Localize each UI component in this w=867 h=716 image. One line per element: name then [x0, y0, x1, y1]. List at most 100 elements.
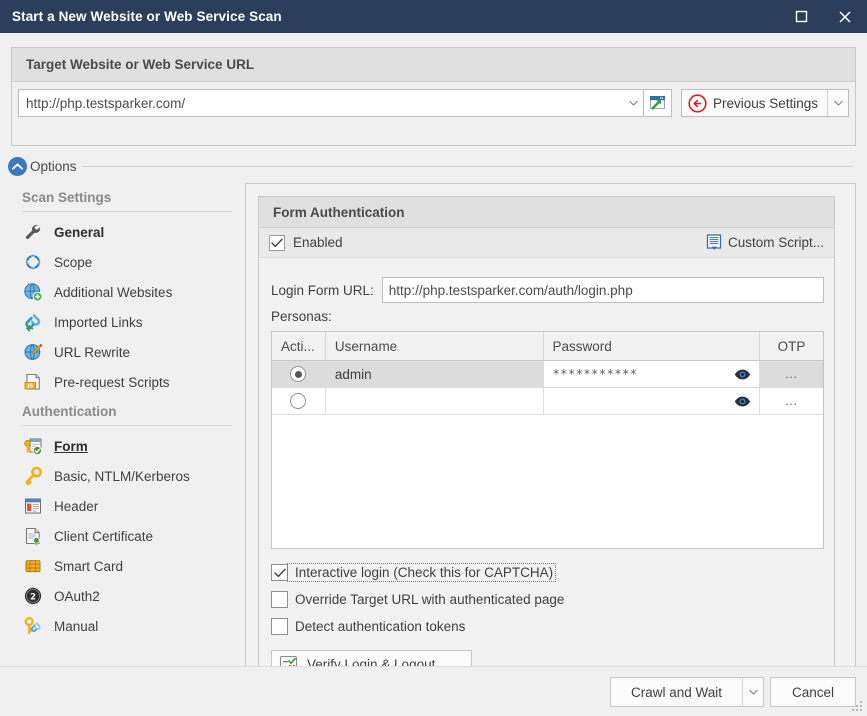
url-history-dropdown-button[interactable]: [625, 90, 643, 116]
personas-table[interactable]: Acti... Username Password OTP admin ****…: [271, 331, 824, 549]
otp-ellipsis-button[interactable]: …: [785, 397, 799, 405]
login-form-url-input[interactable]: http://php.testsparker.com/auth/login.ph…: [382, 277, 824, 303]
open-browser-icon: [648, 95, 666, 111]
title-bar: Start a New Website or Web Service Scan: [0, 0, 867, 33]
settings-sidebar: Scan Settings General Scope: [8, 183, 236, 673]
override-target-url-row[interactable]: Override Target URL with authenticated p…: [271, 586, 824, 613]
persona-radio-unselected[interactable]: [290, 393, 306, 409]
persona-password-cell[interactable]: [544, 388, 761, 414]
svg-text:JS: JS: [26, 384, 33, 390]
eye-icon[interactable]: [734, 369, 751, 380]
sidebar-item-basic-ntlm-kerberos[interactable]: Basic, NTLM/Kerberos: [8, 461, 236, 491]
previous-settings-main[interactable]: Previous Settings: [682, 90, 827, 116]
interactive-login-checkbox[interactable]: [271, 564, 288, 581]
persona-radio-selected[interactable]: [290, 366, 306, 382]
checkmark-icon: [271, 238, 283, 248]
window-title: Start a New Website or Web Service Scan: [12, 9, 779, 24]
sidebar-item-label: Smart Card: [54, 559, 123, 574]
sidebar-item-smart-card[interactable]: Smart Card: [8, 551, 236, 581]
persona-password-cell[interactable]: ***********: [544, 361, 761, 387]
previous-settings-button[interactable]: Previous Settings: [681, 89, 849, 117]
target-url-group-title: Target Website or Web Service URL: [12, 48, 855, 82]
table-row[interactable]: admin *********** …: [272, 361, 823, 388]
crawl-and-wait-button[interactable]: Crawl and Wait: [610, 677, 764, 707]
options-divider: [82, 166, 853, 167]
persona-active-cell[interactable]: [272, 388, 326, 414]
sidebar-item-scope[interactable]: Scope: [8, 247, 236, 277]
sidebar-item-label: Header: [54, 499, 98, 514]
sidebar-item-additional-websites[interactable]: Additional Websites: [8, 277, 236, 307]
target-url-group: Target Website or Web Service URL http:/…: [11, 47, 856, 146]
maximize-icon: [795, 10, 808, 23]
chevron-up-icon: [12, 163, 23, 170]
form-authentication-title: Form Authentication: [259, 197, 834, 228]
enabled-label: Enabled: [293, 235, 343, 250]
options-collapse-button[interactable]: [8, 157, 27, 176]
crawl-and-wait-dropdown[interactable]: [742, 678, 763, 706]
crawl-and-wait-label[interactable]: Crawl and Wait: [611, 678, 742, 706]
interactive-login-row[interactable]: Interactive login (Check this for CAPTCH…: [271, 559, 824, 586]
sidebar-item-imported-links[interactable]: Imported Links: [8, 307, 236, 337]
persona-otp-cell[interactable]: …: [760, 361, 823, 387]
cancel-button[interactable]: Cancel: [770, 677, 856, 707]
script-document-icon: [706, 234, 723, 251]
detect-auth-tokens-checkbox[interactable]: [271, 618, 288, 635]
target-url-input[interactable]: http://php.testsparker.com/: [19, 96, 625, 111]
detect-auth-tokens-row[interactable]: Detect authentication tokens: [271, 613, 824, 640]
sidebar-item-manual[interactable]: Manual: [8, 611, 236, 641]
close-button[interactable]: [823, 0, 867, 33]
form-auth-icon: [22, 435, 44, 457]
column-header-username[interactable]: Username: [326, 332, 544, 360]
globe-add-icon: [22, 281, 44, 303]
options-section-header[interactable]: Options: [8, 155, 853, 177]
sidebar-item-general[interactable]: General: [8, 217, 236, 247]
link-import-icon: [22, 311, 44, 333]
sidebar-item-label: Client Certificate: [54, 529, 153, 544]
persona-username-cell[interactable]: [326, 388, 544, 414]
custom-script-label: Custom Script...: [728, 235, 824, 250]
previous-settings-dropdown[interactable]: [827, 90, 848, 116]
personas-label: Personas:: [271, 309, 332, 324]
personas-table-header: Acti... Username Password OTP: [272, 332, 823, 361]
override-target-url-checkbox[interactable]: [271, 591, 288, 608]
back-arrow-icon: [688, 94, 707, 113]
column-header-action[interactable]: Acti...: [272, 332, 326, 360]
table-row[interactable]: …: [272, 388, 823, 415]
browse-url-button[interactable]: [644, 89, 672, 117]
sidebar-item-header[interactable]: Header: [8, 491, 236, 521]
sidebar-item-label: Pre-request Scripts: [54, 375, 170, 390]
detect-auth-tokens-label: Detect authentication tokens: [295, 619, 465, 634]
header-icon: [22, 495, 44, 517]
chevron-down-icon: [629, 100, 638, 106]
certificate-icon: [22, 525, 44, 547]
otp-ellipsis-button[interactable]: …: [785, 370, 799, 378]
resize-grip-icon[interactable]: [851, 700, 864, 713]
wrench-icon: [22, 221, 44, 243]
enabled-checkbox[interactable]: [269, 235, 285, 251]
key-icon: [22, 465, 44, 487]
persona-otp-cell[interactable]: …: [760, 388, 823, 414]
sidebar-item-pre-request-scripts[interactable]: JS Pre-request Scripts: [8, 367, 236, 397]
override-target-url-label: Override Target URL with authenticated p…: [295, 592, 564, 607]
column-header-password[interactable]: Password: [544, 332, 761, 360]
sidebar-item-form[interactable]: Form: [8, 431, 236, 461]
target-scope-icon: [22, 251, 44, 273]
sidebar-item-label: Basic, NTLM/Kerberos: [54, 469, 190, 484]
sidebar-item-url-rewrite[interactable]: URL Rewrite: [8, 337, 236, 367]
login-form-url-label: Login Form URL:: [271, 283, 374, 298]
sidebar-item-label: URL Rewrite: [54, 345, 130, 360]
persona-active-cell[interactable]: [272, 361, 326, 387]
eye-icon[interactable]: [734, 396, 751, 407]
interactive-login-label: Interactive login (Check this for CAPTCH…: [295, 565, 553, 580]
sidebar-item-oauth2[interactable]: 2 OAuth2: [8, 581, 236, 611]
maximize-button[interactable]: [779, 0, 823, 33]
target-url-combobox[interactable]: http://php.testsparker.com/: [18, 89, 644, 117]
sidebar-item-client-certificate[interactable]: Client Certificate: [8, 521, 236, 551]
form-auth-options: Interactive login (Check this for CAPTCH…: [271, 559, 824, 640]
custom-script-button[interactable]: Custom Script...: [706, 234, 824, 251]
key-link-icon: [22, 615, 44, 637]
column-header-otp[interactable]: OTP: [760, 332, 823, 360]
sidebar-item-label: OAuth2: [54, 589, 100, 604]
sidebar-item-label: Additional Websites: [54, 285, 172, 300]
persona-username-cell[interactable]: admin: [326, 361, 544, 387]
